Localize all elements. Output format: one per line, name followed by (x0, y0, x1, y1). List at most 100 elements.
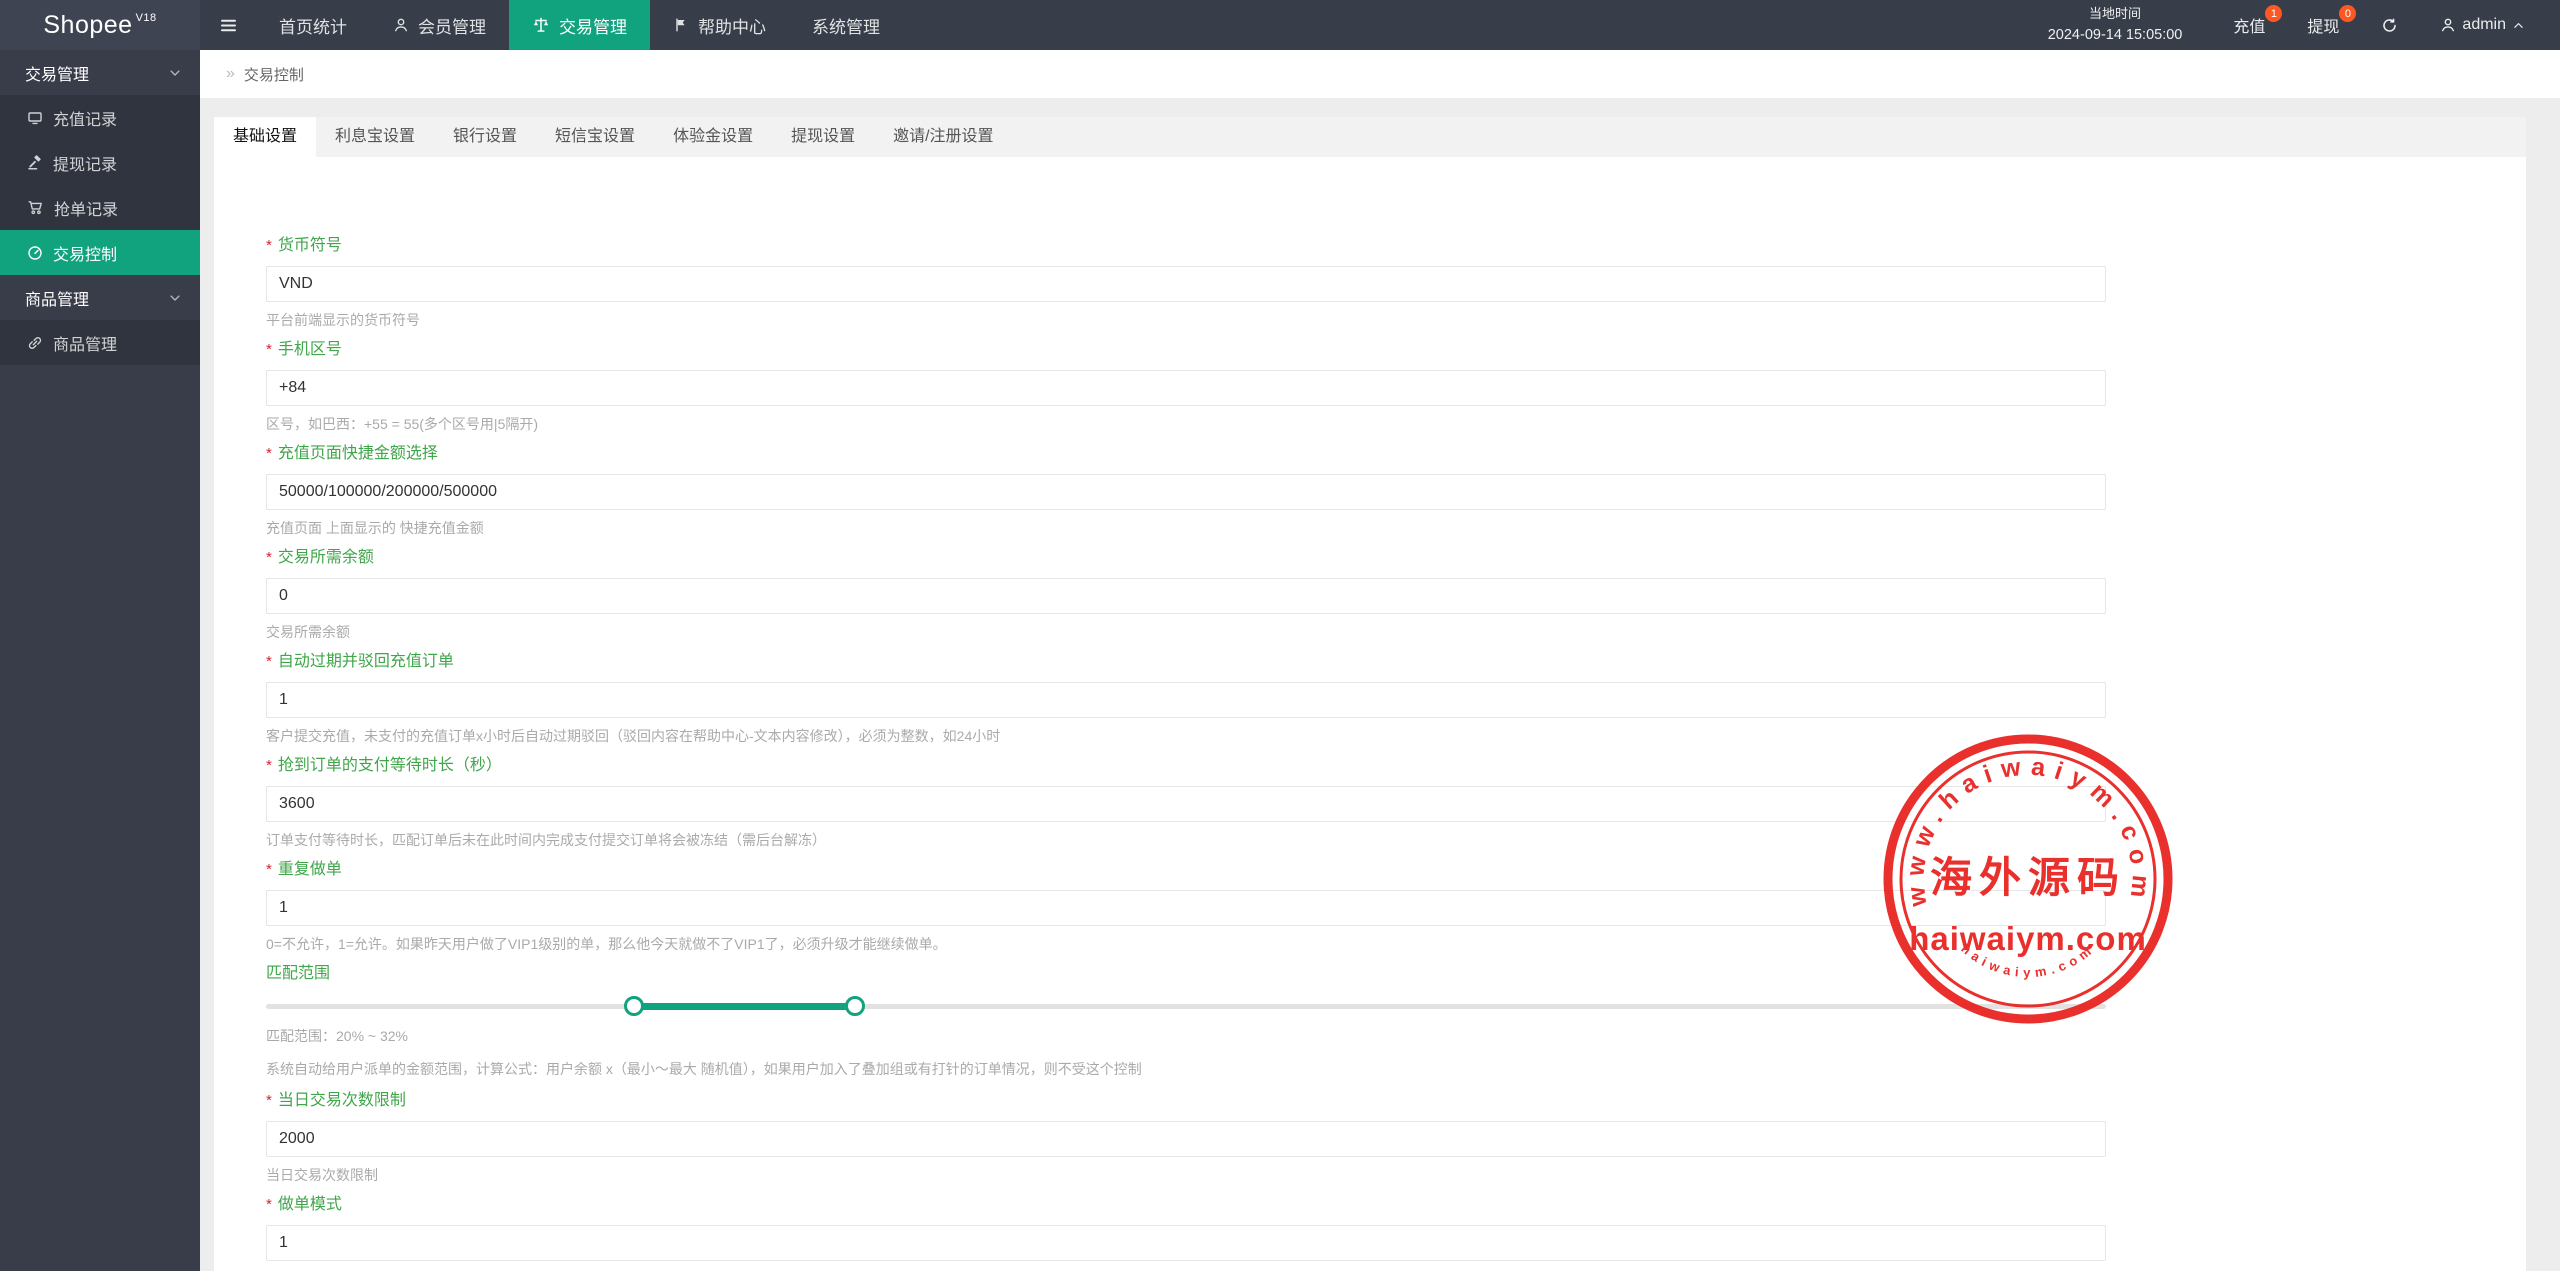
sidebar-group-product-management-group[interactable]: 商品管理 (0, 275, 200, 320)
tab-interest-settings[interactable]: 利息宝设置 (316, 117, 434, 157)
user-menu[interactable]: admin (2419, 0, 2546, 50)
top-header: ShopeeV18 首页统计会员管理交易管理帮助中心系统管理 当地时间 2024… (0, 0, 2560, 50)
field-label: 自动过期并驳回充值订单 (278, 653, 454, 670)
form-field-order-payment-wait-seconds: *抢到订单的支付等待时长（秒）订单支付等待时长，匹配订单后未在此时间内完成支付提… (266, 757, 2106, 849)
input-currency-symbol[interactable] (266, 266, 2106, 302)
form-field-repeat-order: *重复做单0=不允许，1=允许。如果昨天用户做了VIP1级别的单，那么他今天就做… (266, 861, 2106, 953)
required-asterisk: * (266, 861, 272, 878)
sidebar-item-product-management[interactable]: 商品管理 (0, 320, 200, 365)
field-label-row: 匹配范围 (266, 965, 2106, 983)
sidebar-item-trade-control[interactable]: 交易控制 (0, 230, 200, 275)
field-hint: 区号，如巴西：+55 = 55(多个区号用|5隔开) (266, 415, 2106, 433)
slider-active-range (634, 1003, 855, 1010)
sidebar-item-label: 充值记录 (53, 106, 117, 130)
field-label-row: * 手机区号 (266, 341, 2106, 359)
sidebar: 交易管理充值记录提现记录抢单记录交易控制商品管理商品管理 (0, 50, 200, 1271)
input-auto-expire-recharge-order[interactable] (266, 682, 2106, 718)
chevron-down-icon (168, 66, 182, 80)
required-asterisk: * (266, 653, 272, 670)
required-asterisk: * (266, 1092, 272, 1109)
brand-name: Shopee (43, 11, 132, 40)
nav-item-system-management[interactable]: 系统管理 (789, 0, 903, 50)
tab-bank-settings[interactable]: 银行设置 (434, 117, 536, 157)
recharge-badge: 1 (2265, 5, 2282, 22)
required-asterisk: * (266, 341, 272, 358)
field-label-row: *货币符号 (266, 237, 2106, 255)
nav-item-help-center[interactable]: 帮助中心 (650, 0, 789, 50)
field-label: 重复做单 (278, 861, 342, 878)
form-field-match-range: 匹配范围匹配范围：20% ~ 32% 系统自动给用户派单的金额范围，计算公式：用户… (266, 965, 2106, 1078)
input-recharge-quick-amounts[interactable] (266, 474, 2106, 510)
field-label: 货币符号 (278, 237, 342, 254)
slider-track (266, 1004, 2106, 1009)
field-label: 充值页面快捷金额选择 (278, 445, 438, 462)
input-order-mode[interactable] (266, 1225, 2106, 1261)
field-label: 手机区号 (278, 341, 342, 358)
field-hint: 交易所需余额 (266, 623, 2106, 641)
cart-icon (27, 199, 44, 216)
required-asterisk: * (266, 1196, 272, 1213)
refresh-button[interactable] (2360, 0, 2419, 50)
slider-handle-max[interactable] (845, 996, 865, 1016)
slider-handle-min[interactable] (624, 996, 644, 1016)
input-required-balance[interactable] (266, 578, 2106, 614)
field-label: 交易所需余额 (278, 549, 374, 566)
sidebar-item-label: 提现记录 (53, 151, 117, 175)
field-hint: 充值页面 上面显示的 快捷充值金额 (266, 519, 2106, 537)
form-field-phone-area-code: * 手机区号区号，如巴西：+55 = 55(多个区号用|5隔开) (266, 341, 2106, 433)
field-label-row: * 重复做单 (266, 861, 2106, 879)
nav-item-label: 交易管理 (559, 13, 627, 38)
required-asterisk: * (266, 757, 272, 774)
nav-item-trade-management[interactable]: 交易管理 (509, 0, 650, 50)
brand-logo: Shopee V18 (0, 0, 200, 50)
form-field-recharge-quick-amounts: *充值页面快捷金额选择充值页面 上面显示的 快捷充值金额 (266, 445, 2106, 537)
sidebar-item-label: 抢单记录 (54, 196, 118, 220)
tab-trial-fund-settings[interactable]: 体验金设置 (654, 117, 772, 157)
sidebar-group-label: 商品管理 (25, 286, 89, 310)
nav-item-label: 帮助中心 (698, 13, 766, 38)
tab-sms-settings[interactable]: 短信宝设置 (536, 117, 654, 157)
field-hint: 匹配范围：20% ~ 32% (266, 1027, 2106, 1045)
gavel-icon (27, 155, 43, 171)
sidebar-item-recharge-records[interactable]: 充值记录 (0, 95, 200, 140)
settings-tabs: 基础设置利息宝设置银行设置短信宝设置体验金设置提现设置邀请/注册设置 (214, 117, 2526, 157)
user-icon (2440, 17, 2456, 33)
top-nav: 首页统计会员管理 交易管理 帮助中心 系统管理 (256, 0, 903, 50)
local-time-label: 当地时间 (2048, 4, 2183, 24)
input-phone-area-code[interactable] (266, 370, 2106, 406)
flag-icon (673, 17, 689, 33)
field-hint-secondary: 系统自动给用户派单的金额范围，计算公式：用户余额 x（最小～最大 随机值），如果… (266, 1060, 2106, 1078)
input-daily-trade-limit[interactable] (266, 1121, 2106, 1157)
breadcrumb-current: 交易控制 (244, 64, 304, 85)
sidebar-toggle-button[interactable] (200, 0, 256, 50)
person-icon (393, 17, 409, 33)
form-field-auto-expire-recharge-order: *自动过期并驳回充值订单客户提交充值，未支付的充值订单x小时后自动过期驳回（驳回… (266, 653, 2106, 745)
field-hint: 平台前端显示的货币符号 (266, 311, 2106, 329)
sidebar-group-trade-management-group[interactable]: 交易管理 (0, 50, 200, 95)
field-label-row: *做单模式 (266, 1196, 2106, 1214)
brand-version: V18 (136, 12, 157, 24)
recharge-notice-label: 充值 (2233, 13, 2265, 37)
breadcrumb-symbol: » (226, 65, 235, 83)
nav-item-label: 系统管理 (812, 13, 880, 38)
breadcrumb: » 交易控制 (200, 50, 2560, 98)
sidebar-item-withdraw-records[interactable]: 提现记录 (0, 140, 200, 185)
sidebar-group-label: 交易管理 (25, 61, 89, 85)
field-label-row: * 当日交易次数限制 (266, 1092, 2106, 1110)
user-name: admin (2462, 16, 2506, 34)
recharge-notice-button[interactable]: 充值 1 (2212, 0, 2286, 50)
withdraw-notice-button[interactable]: 提现 0 (2286, 0, 2360, 50)
match-range-slider[interactable] (266, 994, 2106, 1018)
input-repeat-order[interactable] (266, 890, 2106, 926)
nav-item-member-management[interactable]: 会员管理 (370, 0, 509, 50)
tab-invite-register-settings[interactable]: 邀请/注册设置 (874, 117, 1012, 157)
field-label: 当日交易次数限制 (278, 1092, 406, 1109)
tab-basic-settings[interactable]: 基础设置 (214, 117, 316, 157)
menu-icon (219, 16, 238, 35)
field-hint: 订单支付等待时长，匹配订单后未在此时间内完成支付提交订单将会被冻结（需后台解冻） (266, 831, 2106, 849)
nav-item-home-stats[interactable]: 首页统计 (256, 0, 370, 50)
tab-withdraw-settings[interactable]: 提现设置 (772, 117, 874, 157)
sidebar-item-order-grab-records[interactable]: 抢单记录 (0, 185, 200, 230)
input-order-payment-wait-seconds[interactable] (266, 786, 2106, 822)
field-hint: 当日交易次数限制 (266, 1166, 2106, 1184)
